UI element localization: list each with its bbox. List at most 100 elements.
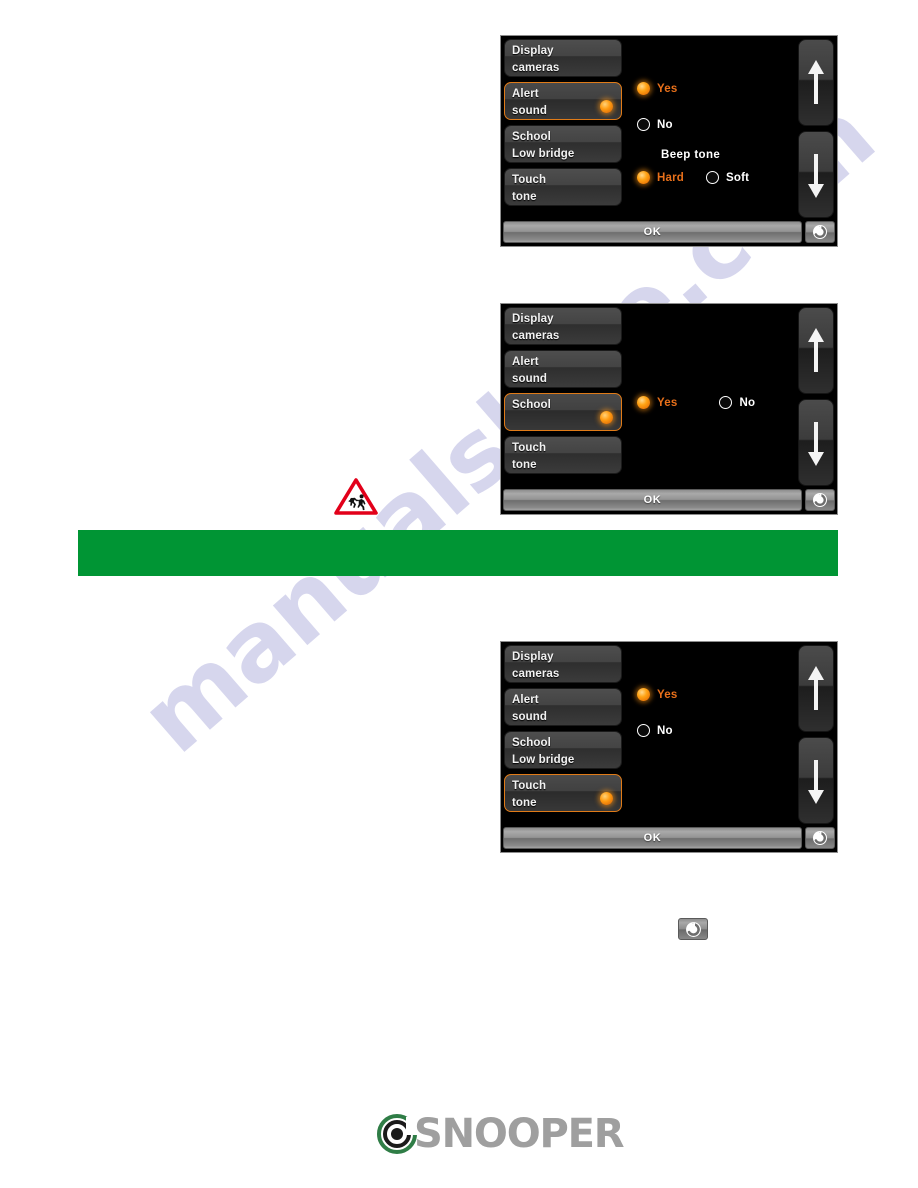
ok-button[interactable]: OK — [503, 221, 802, 243]
radio-label: Hard — [657, 171, 685, 184]
menu-item-touch-tone[interactable]: Touch tone — [504, 436, 622, 474]
menu-item-line2: tone — [512, 191, 537, 203]
beep-tone-heading: Beep tone — [661, 149, 721, 161]
brand-name: SNOOPER — [414, 1111, 625, 1157]
device-screenshot-touch-tone: Display cameras Alert sound School Low b… — [500, 641, 838, 853]
back-icon — [685, 921, 701, 937]
ok-button[interactable]: OK — [503, 489, 802, 511]
bottom-bar: OK — [503, 489, 835, 511]
radio-option-soft[interactable]: Soft — [706, 171, 749, 184]
back-button[interactable] — [805, 221, 835, 243]
menu-item-alert-sound-display-cameras[interactable]: Display cameras — [504, 39, 622, 77]
menu-item-alert-sound[interactable]: Alert sound — [504, 82, 622, 120]
menu-item-line1: Touch — [512, 780, 547, 792]
screen-body: Display cameras Alert sound School Low b… — [501, 36, 837, 221]
radio-mark-selected — [637, 396, 650, 409]
menu-item-line1: Touch — [512, 174, 547, 186]
menu-item-line1: School — [512, 399, 551, 411]
menu-item-line2: Low bridge — [512, 754, 575, 766]
menu-item-line1: Alert — [512, 694, 539, 706]
radio-label: No — [657, 118, 673, 131]
arrow-up-icon — [808, 665, 824, 710]
inline-back-button-illustration — [678, 918, 708, 940]
scroll-down-button[interactable] — [798, 131, 834, 218]
radio-label: Yes — [657, 82, 678, 95]
device-screenshot-school: Display cameras Alert sound School Touch… — [500, 303, 838, 515]
bottom-bar: OK — [503, 221, 835, 243]
radio-group-no: No — [637, 724, 695, 737]
menu-item-alert-sound[interactable]: Alert sound — [504, 350, 622, 388]
radio-label: Soft — [726, 171, 750, 184]
menu-item-line2: cameras — [512, 668, 560, 680]
radio-group-yes: Yes — [637, 82, 699, 95]
radio-mark-unselected — [637, 118, 650, 131]
radio-mark-unselected — [706, 171, 720, 184]
radio-mark-selected — [637, 171, 650, 184]
settings-menu: Display cameras Alert sound School Low b… — [504, 39, 622, 211]
menu-item-line1: School — [512, 131, 551, 143]
back-button[interactable] — [805, 827, 835, 849]
back-icon — [813, 831, 827, 845]
scroll-buttons — [798, 39, 834, 223]
radio-option-yes[interactable]: Yes — [637, 396, 677, 409]
menu-item-school[interactable]: School — [504, 393, 622, 431]
arrow-down-icon — [808, 153, 824, 198]
arrow-up-icon — [808, 59, 824, 104]
radio-mark-unselected — [637, 724, 650, 737]
menu-item-touch-tone[interactable]: Touch tone — [504, 774, 622, 812]
radio-mark-selected — [637, 688, 650, 701]
menu-item-display-cameras[interactable]: Display cameras — [504, 645, 622, 683]
settings-content-pane: Yes No — [629, 304, 793, 489]
menu-item-line1: School — [512, 737, 551, 749]
back-button[interactable] — [805, 489, 835, 511]
back-icon — [813, 225, 827, 239]
menu-item-touch-tone[interactable]: Touch tone — [504, 168, 622, 206]
green-callout-band — [78, 530, 838, 576]
menu-item-school-low-bridge[interactable]: School Low bridge — [504, 125, 622, 163]
scroll-up-button[interactable] — [798, 645, 834, 732]
selected-indicator-dot — [600, 100, 613, 113]
radio-option-hard[interactable]: Hard — [637, 171, 684, 184]
menu-item-line2: sound — [512, 373, 547, 385]
radio-group-beep-tone: Hard Soft — [637, 171, 771, 184]
radio-option-yes[interactable]: Yes — [637, 688, 677, 701]
ok-button[interactable]: OK — [503, 827, 802, 849]
selected-indicator-dot — [600, 411, 613, 424]
radio-label: Yes — [657, 688, 678, 701]
menu-item-line1: Display — [512, 313, 554, 325]
menu-item-line1: Alert — [512, 88, 539, 100]
scroll-up-button[interactable] — [798, 307, 834, 394]
radio-option-no[interactable]: No — [637, 118, 673, 131]
menu-item-line2: sound — [512, 711, 547, 723]
menu-item-school-low-bridge[interactable]: School Low bridge — [504, 731, 622, 769]
screen-body: Display cameras Alert sound School Low b… — [501, 642, 837, 827]
arrow-down-icon — [808, 759, 824, 804]
snooper-swirl-icon — [377, 1113, 418, 1154]
menu-item-line1: Alert — [512, 356, 539, 368]
back-icon — [813, 493, 827, 507]
scroll-down-button[interactable] — [798, 399, 834, 486]
menu-item-display-cameras[interactable]: Display cameras — [504, 307, 622, 345]
radio-option-no[interactable]: No — [719, 396, 755, 409]
settings-menu: Display cameras Alert sound School Touch… — [504, 307, 622, 479]
bottom-bar: OK — [503, 827, 835, 849]
radio-option-no[interactable]: No — [637, 724, 673, 737]
menu-item-line1: Touch — [512, 442, 547, 454]
menu-item-alert-sound[interactable]: Alert sound — [504, 688, 622, 726]
menu-item-line2: cameras — [512, 62, 560, 74]
radio-label: No — [739, 396, 756, 409]
screen-body: Display cameras Alert sound School Touch… — [501, 304, 837, 489]
radio-group-yes: Yes — [637, 688, 699, 701]
menu-item-line2: tone — [512, 459, 537, 471]
scroll-buttons — [798, 645, 834, 829]
radio-label: No — [657, 724, 673, 737]
scroll-buttons — [798, 307, 834, 491]
footer-brand-logo: SNOOPER — [376, 1111, 625, 1157]
radio-option-yes[interactable]: Yes — [637, 82, 677, 95]
settings-content-pane: Yes No Beep tone Hard Soft — [629, 36, 793, 221]
scroll-up-button[interactable] — [798, 39, 834, 126]
menu-item-line1: Display — [512, 651, 554, 663]
scroll-down-button[interactable] — [798, 737, 834, 824]
radio-mark-selected — [637, 82, 650, 95]
radio-label: Yes — [657, 396, 678, 409]
